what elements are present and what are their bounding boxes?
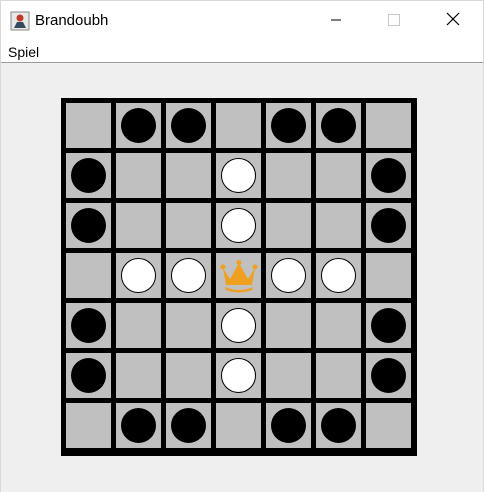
menu-bar: Spiel (1, 39, 483, 63)
defender-piece[interactable] (221, 308, 256, 343)
board-cell-4-5[interactable] (316, 303, 361, 348)
board-cell-1-2[interactable] (166, 153, 211, 198)
board-cell-1-5[interactable] (316, 153, 361, 198)
board-cell-5-3[interactable] (216, 353, 261, 398)
board-cell-0-2[interactable] (166, 103, 211, 148)
attacker-piece[interactable] (121, 408, 156, 443)
board-cell-6-0[interactable] (66, 403, 111, 448)
board-cell-6-5[interactable] (316, 403, 361, 448)
board-cell-1-0[interactable] (66, 153, 111, 198)
attacker-piece[interactable] (271, 408, 306, 443)
board-cell-4-1[interactable] (116, 303, 161, 348)
board-cell-1-4[interactable] (266, 153, 311, 198)
board-cell-0-3[interactable] (216, 103, 261, 148)
board-cell-3-4[interactable] (266, 253, 311, 298)
board-cell-2-0[interactable] (66, 203, 111, 248)
board-cell-0-6[interactable] (366, 103, 411, 148)
minimize-icon (330, 11, 342, 30)
board-cell-1-1[interactable] (116, 153, 161, 198)
board-cell-6-2[interactable] (166, 403, 211, 448)
attacker-piece[interactable] (371, 308, 406, 343)
game-board (61, 98, 417, 456)
board-cell-6-4[interactable] (266, 403, 311, 448)
attacker-piece[interactable] (171, 108, 206, 143)
attacker-piece[interactable] (71, 358, 106, 393)
attacker-piece[interactable] (71, 158, 106, 193)
board-cell-3-6[interactable] (366, 253, 411, 298)
board-cell-5-4[interactable] (266, 353, 311, 398)
attacker-piece[interactable] (71, 208, 106, 243)
board-cell-5-5[interactable] (316, 353, 361, 398)
attacker-piece[interactable] (321, 408, 356, 443)
board-cell-2-1[interactable] (116, 203, 161, 248)
board-cell-6-6[interactable] (366, 403, 411, 448)
attacker-piece[interactable] (121, 108, 156, 143)
window-title: Brandoubh (35, 12, 109, 29)
board-cell-2-4[interactable] (266, 203, 311, 248)
board-cell-3-5[interactable] (316, 253, 361, 298)
board-cell-1-3[interactable] (216, 153, 261, 198)
defender-piece[interactable] (171, 258, 206, 293)
app-window: Brandoubh Spiel (0, 0, 484, 492)
board-cell-0-5[interactable] (316, 103, 361, 148)
attacker-piece[interactable] (71, 308, 106, 343)
attacker-piece[interactable] (371, 208, 406, 243)
minimize-button[interactable] (307, 1, 365, 39)
game-app-icon (10, 11, 30, 31)
board-cell-3-2[interactable] (166, 253, 211, 298)
title-bar[interactable]: Brandoubh (1, 1, 483, 39)
defender-piece[interactable] (321, 258, 356, 293)
close-icon (446, 11, 460, 30)
board-cell-4-3[interactable] (216, 303, 261, 348)
board-cell-5-6[interactable] (366, 353, 411, 398)
board-cell-4-4[interactable] (266, 303, 311, 348)
board-cell-5-0[interactable] (66, 353, 111, 398)
menu-spiel[interactable]: Spiel (8, 44, 39, 60)
board-cell-2-3[interactable] (216, 203, 261, 248)
defender-piece[interactable] (221, 158, 256, 193)
board-cell-2-2[interactable] (166, 203, 211, 248)
attacker-piece[interactable] (321, 108, 356, 143)
board-cell-3-3[interactable] (216, 253, 261, 298)
board-cell-6-1[interactable] (116, 403, 161, 448)
attacker-piece[interactable] (371, 158, 406, 193)
attacker-piece[interactable] (271, 108, 306, 143)
attacker-piece[interactable] (171, 408, 206, 443)
defender-piece[interactable] (121, 258, 156, 293)
board-cell-1-6[interactable] (366, 153, 411, 198)
defender-piece[interactable] (221, 208, 256, 243)
maximize-button[interactable] (365, 1, 423, 39)
board-cell-4-0[interactable] (66, 303, 111, 348)
board-cell-2-5[interactable] (316, 203, 361, 248)
board-cell-3-0[interactable] (66, 253, 111, 298)
board-cell-0-0[interactable] (66, 103, 111, 148)
board-cell-0-4[interactable] (266, 103, 311, 148)
defender-piece[interactable] (271, 258, 306, 293)
board-cell-5-2[interactable] (166, 353, 211, 398)
defender-piece[interactable] (221, 358, 256, 393)
board-cell-0-1[interactable] (116, 103, 161, 148)
board-cell-2-6[interactable] (366, 203, 411, 248)
attacker-piece[interactable] (371, 358, 406, 393)
board-cell-3-1[interactable] (116, 253, 161, 298)
close-button[interactable] (424, 1, 482, 39)
board-cell-6-3[interactable] (216, 403, 261, 448)
board-cell-4-2[interactable] (166, 303, 211, 348)
board-cell-4-6[interactable] (366, 303, 411, 348)
maximize-icon (388, 11, 400, 30)
king-piece[interactable] (220, 259, 258, 293)
board-cell-5-1[interactable] (116, 353, 161, 398)
crown-icon (220, 260, 258, 293)
